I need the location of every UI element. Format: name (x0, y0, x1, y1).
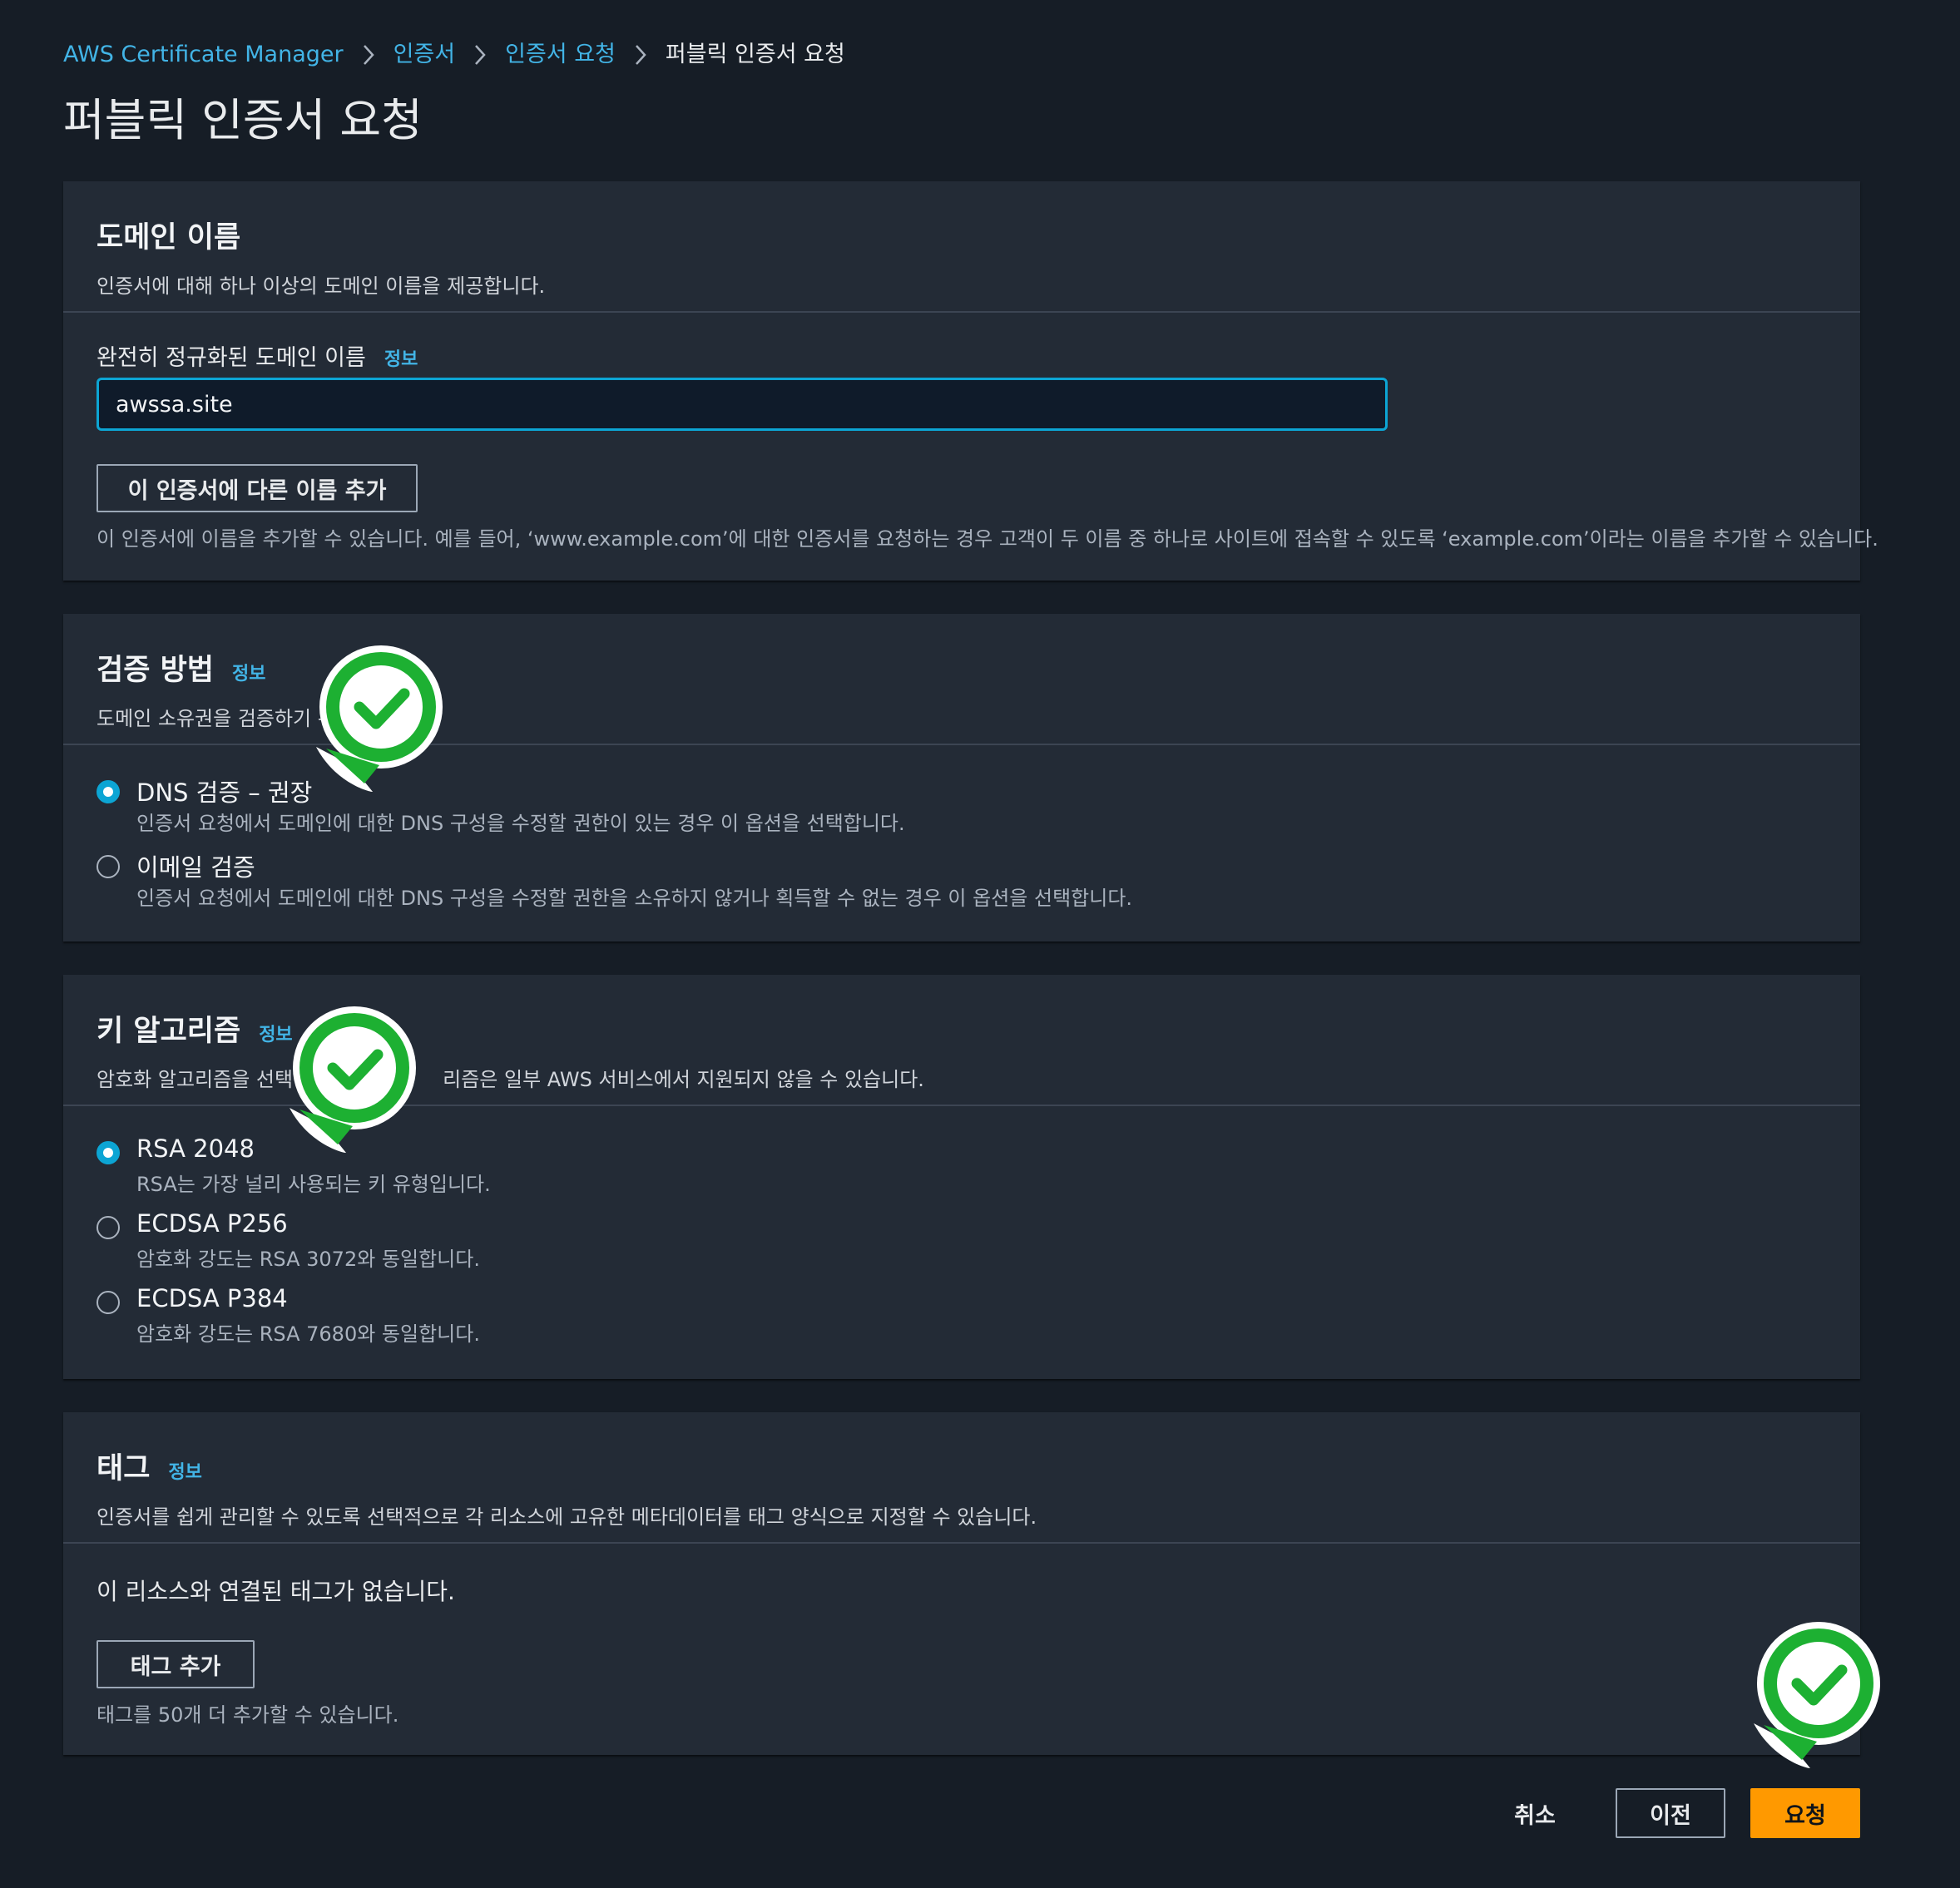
radio-ecdsa-p256[interactable]: ECDSA P256 암호화 강도는 RSA 3072와 동일합니다. (97, 1209, 1594, 1283)
radio-label: DNS 검증 – 권장 (136, 778, 313, 807)
chevron-right-icon (344, 38, 393, 72)
panel-title: 검증 방법 (97, 654, 214, 687)
panel-description: 인증서에 대해 하나 이상의 도메인 이름을 제공합니다. (97, 274, 546, 298)
panel-title-row: 검증 방법 정보 (97, 650, 265, 694)
request-button[interactable]: 요청 (1750, 1788, 1860, 1838)
panel-title: 도메인 이름 (97, 221, 241, 255)
no-tags-message: 이 리소스와 연결된 태그가 없습니다. (97, 1578, 455, 1605)
domain-name-input[interactable] (97, 378, 1388, 431)
tags-help: 태그를 50개 더 추가할 수 있습니다. (97, 1703, 399, 1727)
fqdn-label: 완전히 정규화된 도메인 이름 정보 (97, 339, 418, 372)
chevron-right-icon (455, 38, 505, 72)
panel-title: 키 알고리즘 (97, 1015, 241, 1048)
breadcrumb-link-request[interactable]: 인증서 요청 (505, 38, 616, 72)
tags-panel: 태그 정보 인증서를 쉽게 관리할 수 있도록 선택적으로 각 리소스에 고유한… (63, 1412, 1860, 1755)
radio-button[interactable] (97, 855, 120, 878)
radio-description: RSA는 가장 널리 사용되는 키 유형입니다. (136, 1173, 491, 1196)
previous-button[interactable]: 이전 (1616, 1788, 1725, 1838)
fqdn-label-text: 완전히 정규화된 도메인 이름 (97, 345, 366, 371)
cancel-button[interactable]: 취소 (1489, 1788, 1581, 1838)
radio-label: 이메일 검증 (136, 853, 255, 882)
info-link[interactable]: 정보 (232, 655, 265, 694)
radio-description: 암호화 강도는 RSA 3072와 동일합니다. (136, 1248, 480, 1271)
radio-email-validation[interactable]: 이메일 검증 인증서 요청에서 도메인에 대한 DNS 구성을 수정할 권한을 … (97, 853, 1594, 922)
panel-header: 태그 정보 인증서를 쉽게 관리할 수 있도록 선택적으로 각 리소스에 고유한… (63, 1412, 1860, 1544)
info-link[interactable]: 정보 (384, 344, 418, 371)
breadcrumb-link-certificates[interactable]: 인증서 (393, 38, 456, 72)
add-name-help: 이 인증서에 이름을 추가할 수 있습니다. 예를 들어, ‘www.examp… (97, 527, 1878, 551)
page-title: 퍼블릭 인증서 요청 (63, 94, 423, 146)
radio-ecdsa-p384[interactable]: ECDSA P384 암호화 강도는 RSA 7680와 동일합니다. (97, 1284, 1594, 1357)
radio-label: ECDSA P384 (136, 1284, 288, 1312)
chevron-right-icon (616, 38, 666, 72)
radio-button-selected[interactable] (97, 780, 120, 803)
add-another-name-button[interactable]: 이 인증서에 다른 이름 추가 (97, 464, 418, 512)
domain-name-panel: 도메인 이름 인증서에 대해 하나 이상의 도메인 이름을 제공합니다. 완전히… (63, 181, 1878, 581)
breadcrumb-link-acm[interactable]: AWS Certificate Manager (63, 38, 344, 72)
check-marker-icon (293, 640, 459, 807)
add-tag-button[interactable]: 태그 추가 (97, 1640, 255, 1688)
breadcrumb-current: 퍼블릭 인증서 요청 (665, 42, 845, 67)
check-marker-icon (1730, 1617, 1897, 1783)
radio-description: 암호화 강도는 RSA 7680와 동일합니다. (136, 1322, 480, 1346)
panel-title: 태그 (97, 1452, 151, 1485)
panel-description: 인증서를 쉽게 관리할 수 있도록 선택적으로 각 리소스에 고유한 메타데이터… (97, 1505, 1037, 1529)
radio-button[interactable] (97, 1291, 120, 1314)
radio-label: ECDSA P256 (136, 1209, 288, 1238)
radio-label: RSA 2048 (136, 1134, 255, 1163)
radio-button[interactable] (97, 1216, 120, 1239)
panel-title-row: 키 알고리즘 정보 (97, 1011, 293, 1055)
check-marker-icon (266, 1001, 433, 1168)
panel-description: 암호화 알고리즘을 선택합 리즘은 일부 AWS 서비스에서 지원되지 않을 수 … (97, 1063, 924, 1092)
radio-description: 인증서 요청에서 도메인에 대한 DNS 구성을 수정할 권한이 있는 경우 이… (136, 812, 905, 835)
panel-title-row: 태그 정보 (97, 1449, 202, 1493)
panel-description-right: 리즘은 일부 AWS 서비스에서 지원되지 않을 수 있습니다. (443, 1068, 924, 1091)
radio-button-selected[interactable] (97, 1141, 120, 1164)
info-link[interactable]: 정보 (168, 1453, 201, 1493)
radio-description: 인증서 요청에서 도메인에 대한 DNS 구성을 수정할 권한을 소유하지 않거… (136, 887, 1133, 910)
panel-header: 도메인 이름 인증서에 대해 하나 이상의 도메인 이름을 제공합니다. (63, 181, 1860, 313)
breadcrumb: AWS Certificate Manager 인증서 인증서 요청 퍼블릭 인… (63, 38, 845, 72)
